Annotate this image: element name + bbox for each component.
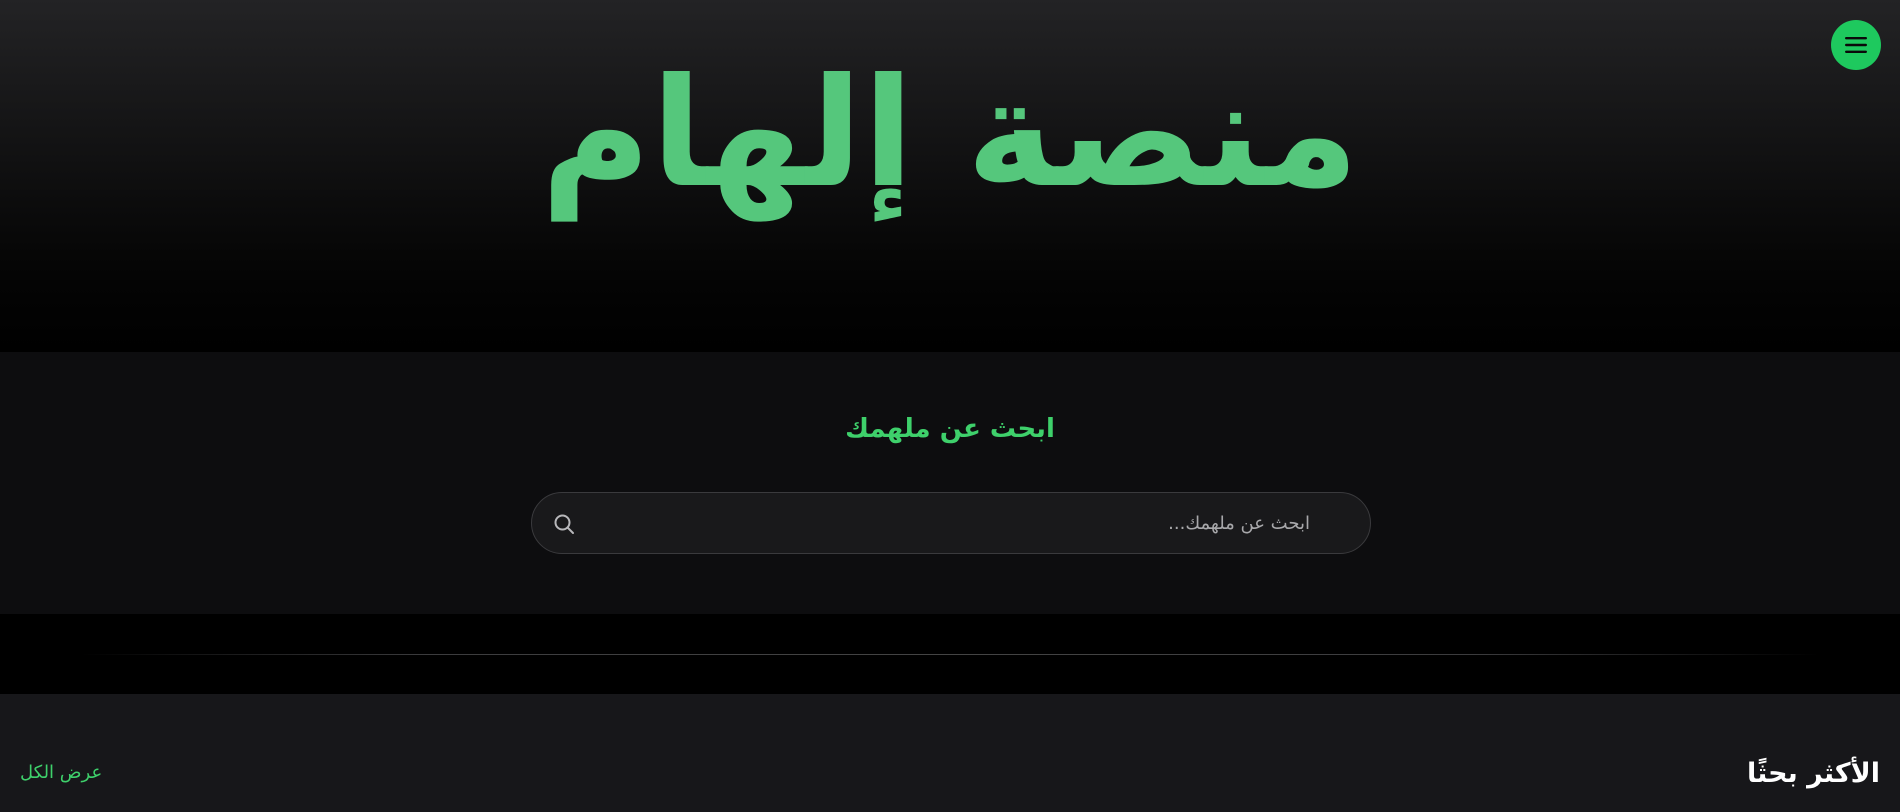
search-section: ابحث عن ملهمك <box>0 352 1900 614</box>
search-input[interactable] <box>610 493 1370 553</box>
search-box[interactable] <box>531 492 1371 554</box>
site-logo-title: منصة إلهام <box>540 47 1360 221</box>
view-all-link[interactable]: عرض الكل <box>20 762 102 783</box>
search-icon[interactable] <box>552 512 576 536</box>
page: منصة إلهام ابحث عن ملهمك الأكثر بحثًا عر… <box>0 0 1900 812</box>
most-searched-section: الأكثر بحثًا عرض الكل <box>0 694 1900 812</box>
divider-band <box>0 614 1900 694</box>
search-heading: ابحث عن ملهمك <box>845 414 1055 444</box>
hamburger-menu-icon <box>1845 37 1867 53</box>
menu-button[interactable] <box>1831 20 1881 70</box>
divider-line <box>80 654 1820 655</box>
hero-header: منصة إلهام <box>0 0 1900 352</box>
most-searched-title: الأكثر بحثًا <box>1746 758 1880 789</box>
